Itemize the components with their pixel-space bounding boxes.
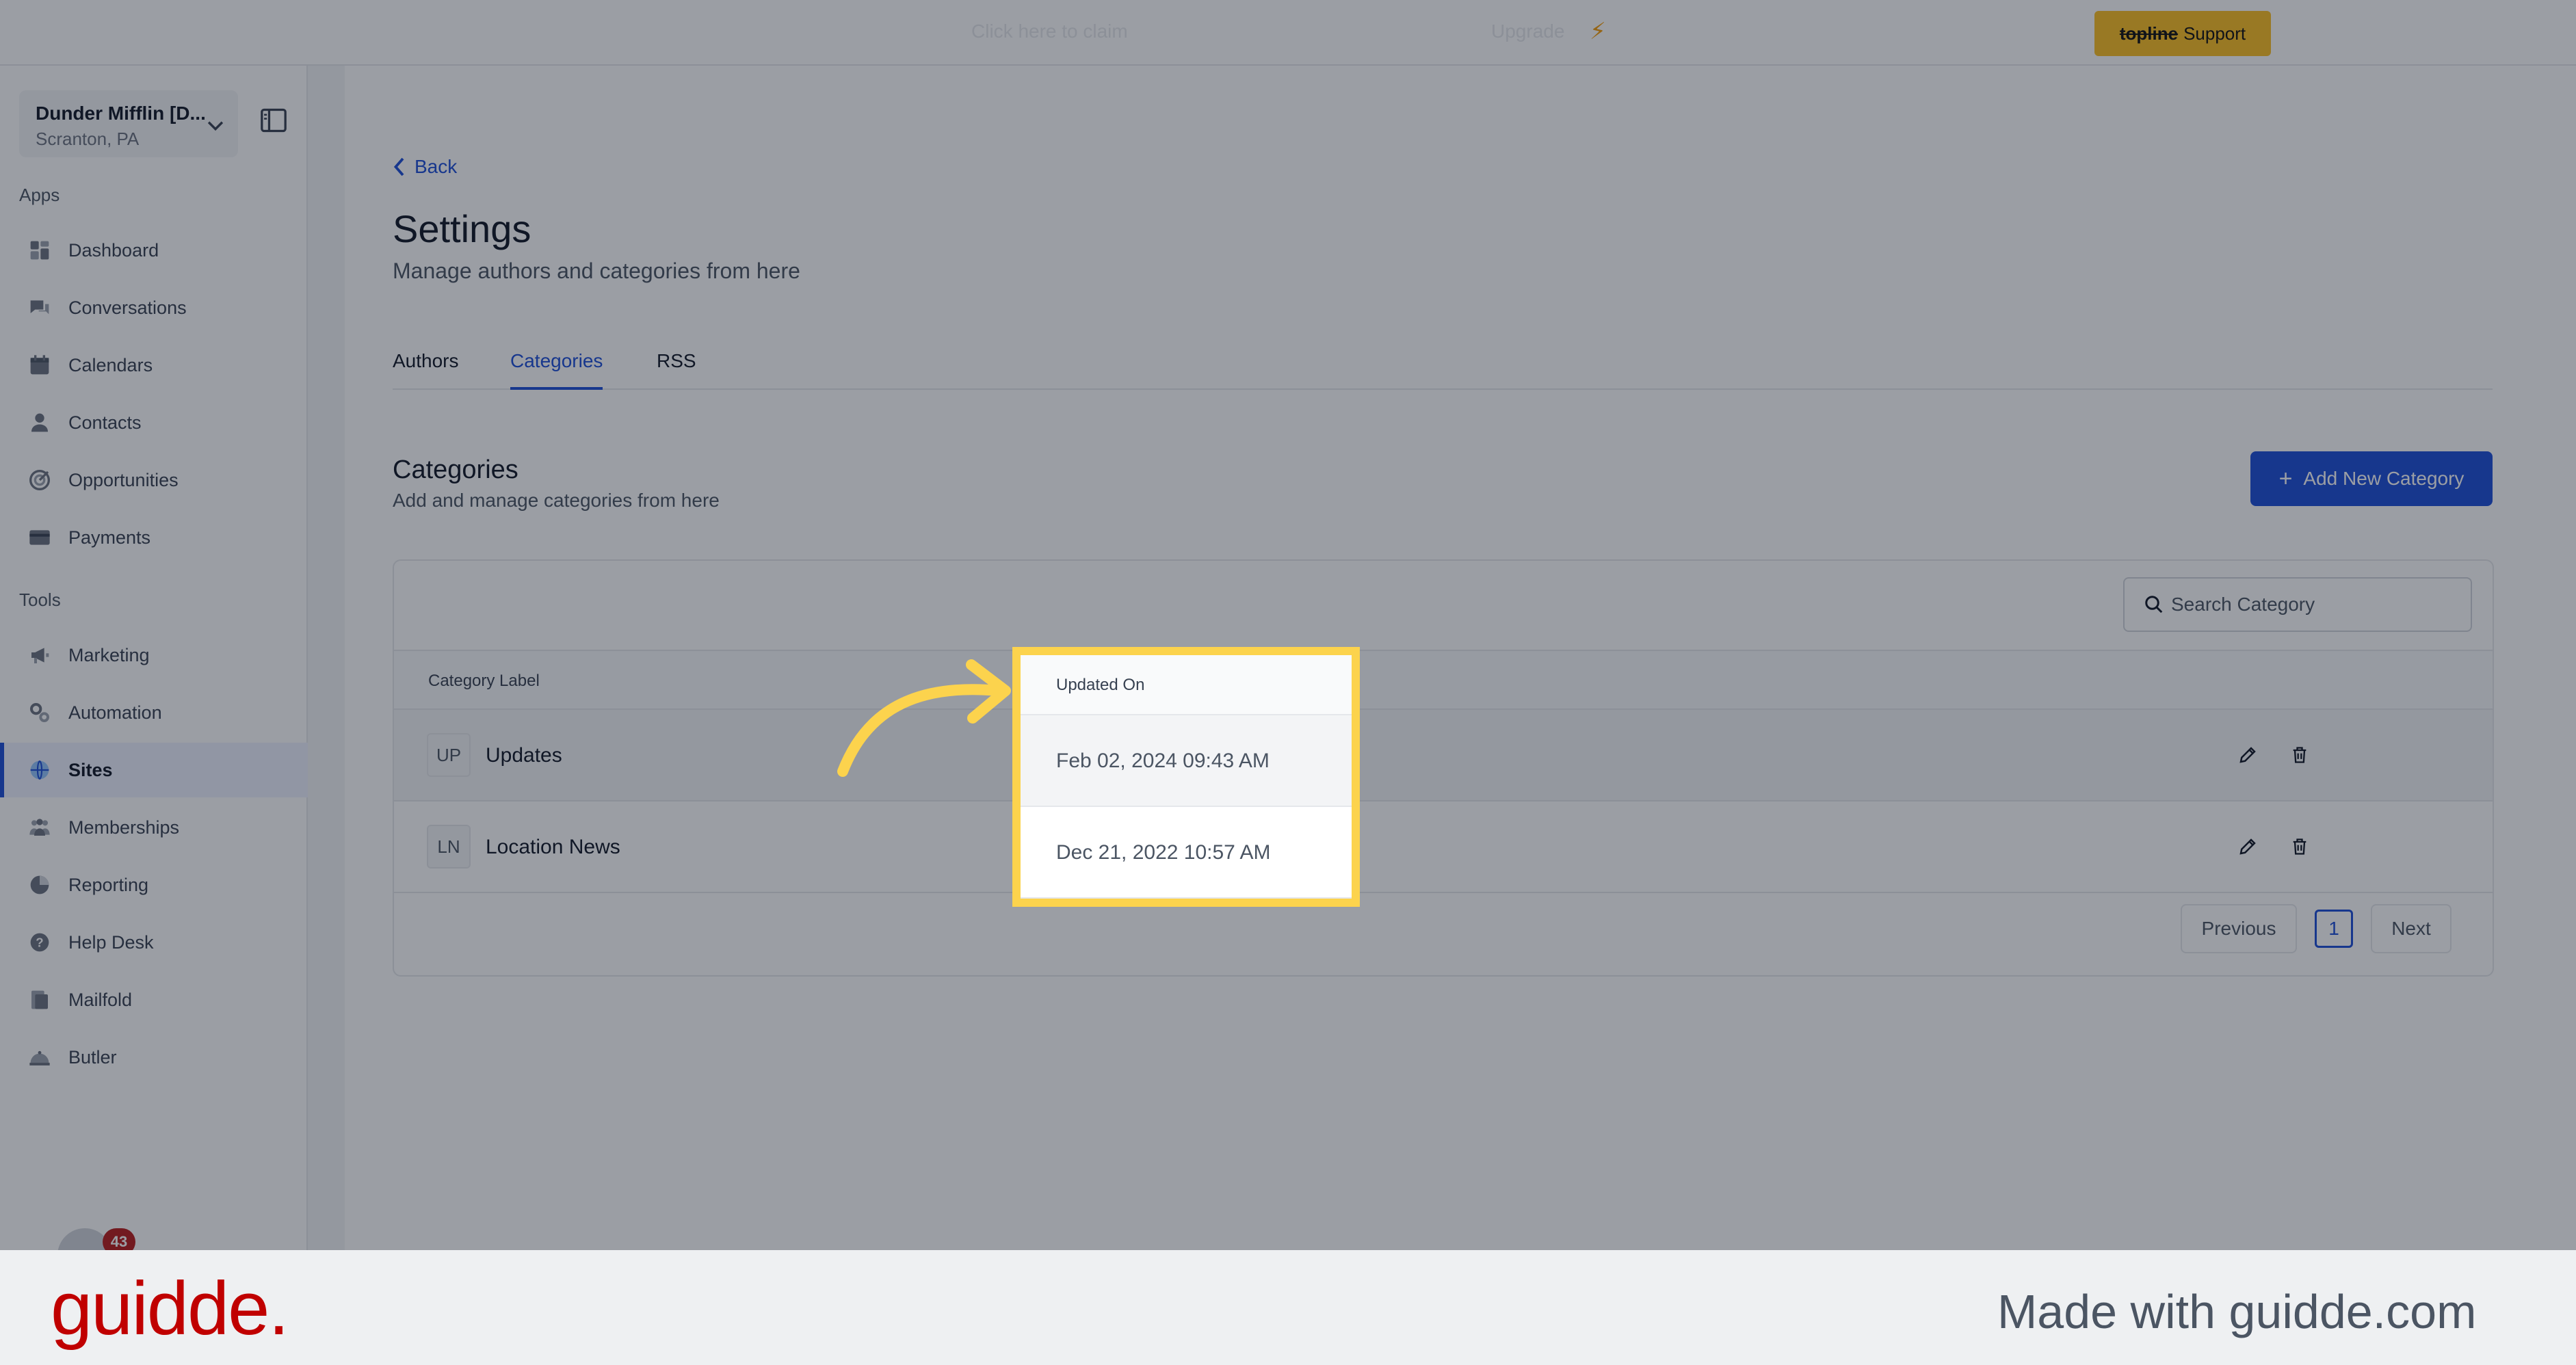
highlight-updated-on: Dec 21, 2022 10:57 AM	[1056, 841, 1271, 864]
guide-highlight-updated-on: Updated On Feb 02, 2024 09:43 AM Dec 21,…	[1012, 647, 1360, 907]
highlight-row: Dec 21, 2022 10:57 AM	[1021, 807, 1352, 899]
guidde-footer: guidde. Made with guidde.com	[0, 1250, 2576, 1365]
app-screen: Click here to claim Upgrade ⚡ topline Su…	[0, 0, 2576, 1250]
highlight-row: Feb 02, 2024 09:43 AM	[1021, 715, 1352, 807]
highlight-updated-on: Feb 02, 2024 09:43 AM	[1056, 750, 1270, 772]
guide-arrow-icon	[837, 659, 1011, 777]
guide-dim-overlay	[0, 0, 2576, 1250]
guidde-logo: guidde.	[51, 1267, 289, 1351]
highlight-column-header: Updated On	[1021, 655, 1352, 715]
made-with-text: Made with guidde.com	[1997, 1285, 2477, 1338]
highlight-column-label: Updated On	[1056, 676, 1145, 694]
